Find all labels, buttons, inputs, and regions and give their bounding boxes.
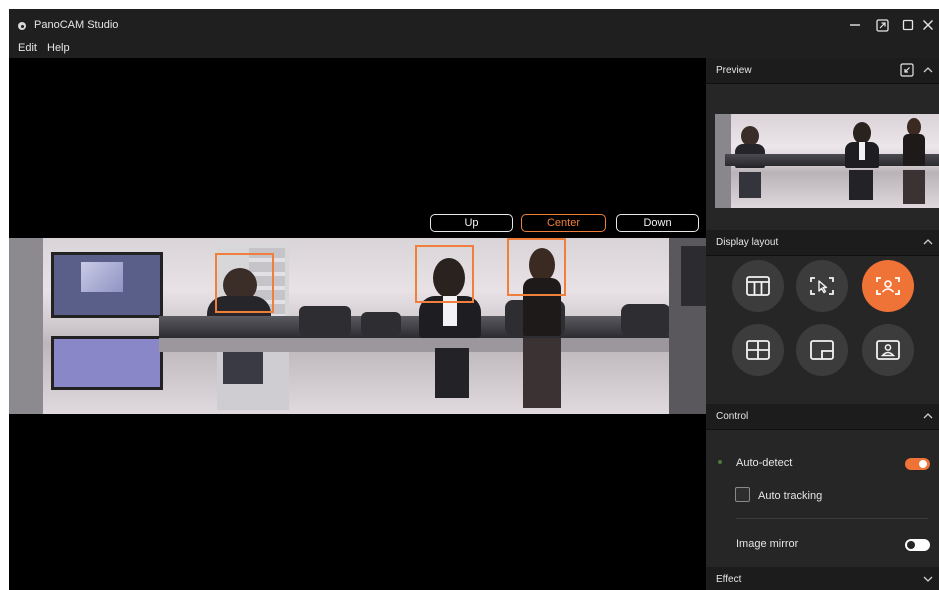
title-bar: PanoCAM Studio: [9, 9, 939, 40]
app-title: PanoCAM Studio: [34, 19, 119, 31]
manual-select-layout-icon: [810, 277, 834, 295]
auto-framing-layout-icon: [876, 277, 900, 295]
speaker-layout-button[interactable]: [862, 324, 914, 376]
view-up-button[interactable]: Up: [430, 214, 513, 232]
effect-title: Effect: [716, 574, 742, 585]
manual-select-layout-button[interactable]: [796, 260, 848, 312]
control-header[interactable]: Control: [706, 404, 939, 430]
toggle-knob: [919, 460, 927, 468]
preview-title: Preview: [716, 65, 752, 76]
image-mirror-label: Image mirror: [736, 538, 799, 550]
preview-thumbnail: [715, 114, 939, 208]
face-detection-box: [215, 253, 274, 313]
close-icon[interactable]: [917, 14, 939, 36]
face-detection-box: [415, 245, 474, 303]
settings-sidebar: Preview Display layout Control Auto-dete…: [706, 58, 939, 590]
app-logo-icon: [18, 22, 26, 30]
auto-framing-layout-button[interactable]: [862, 260, 914, 312]
divider: [736, 518, 928, 519]
toggle-knob: [907, 541, 915, 549]
auto-tracking-checkbox[interactable]: [735, 487, 750, 502]
panorama-image: [9, 238, 706, 414]
display-layout-header[interactable]: Display layout: [706, 230, 939, 256]
grid-layout-icon: [746, 340, 770, 360]
face-detection-box: [507, 238, 566, 296]
chevron-down-icon[interactable]: [922, 573, 934, 585]
auto-detect-toggle[interactable]: [905, 458, 930, 470]
grid-layout-button[interactable]: [732, 324, 784, 376]
app-window: PanoCAM Studio Edit Help Up Center Down: [9, 9, 939, 590]
speaker-layout-icon: [876, 340, 900, 360]
menu-help[interactable]: Help: [47, 42, 70, 54]
menu-edit[interactable]: Edit: [18, 42, 37, 54]
control-title: Control: [716, 411, 749, 422]
auto-tracking-label: Auto tracking: [758, 490, 823, 502]
chevron-up-icon[interactable]: [922, 410, 934, 422]
compact-mode-icon[interactable]: [871, 14, 893, 36]
display-layout-title: Display layout: [716, 237, 779, 248]
effect-header[interactable]: Effect: [706, 567, 939, 590]
status-dot-icon: [718, 460, 722, 464]
auto-detect-label: Auto-detect: [736, 457, 793, 469]
exit-fullscreen-icon[interactable]: [900, 63, 914, 77]
maximize-icon[interactable]: [897, 14, 919, 36]
single-view-layout-button[interactable]: [732, 260, 784, 312]
chevron-up-icon[interactable]: [922, 64, 934, 76]
preview-header[interactable]: Preview: [706, 58, 939, 84]
image-mirror-toggle[interactable]: [905, 539, 930, 551]
view-down-button[interactable]: Down: [616, 214, 699, 232]
video-viewport[interactable]: Up Center Down: [9, 58, 706, 590]
minimize-icon[interactable]: [844, 14, 866, 36]
view-center-button[interactable]: Center: [521, 214, 606, 232]
picture-in-picture-layout-icon: [810, 340, 834, 360]
chevron-up-icon[interactable]: [922, 236, 934, 248]
single-view-layout-icon: [746, 276, 770, 296]
menu-bar: Edit Help: [9, 40, 939, 58]
picture-in-picture-layout-button[interactable]: [796, 324, 848, 376]
